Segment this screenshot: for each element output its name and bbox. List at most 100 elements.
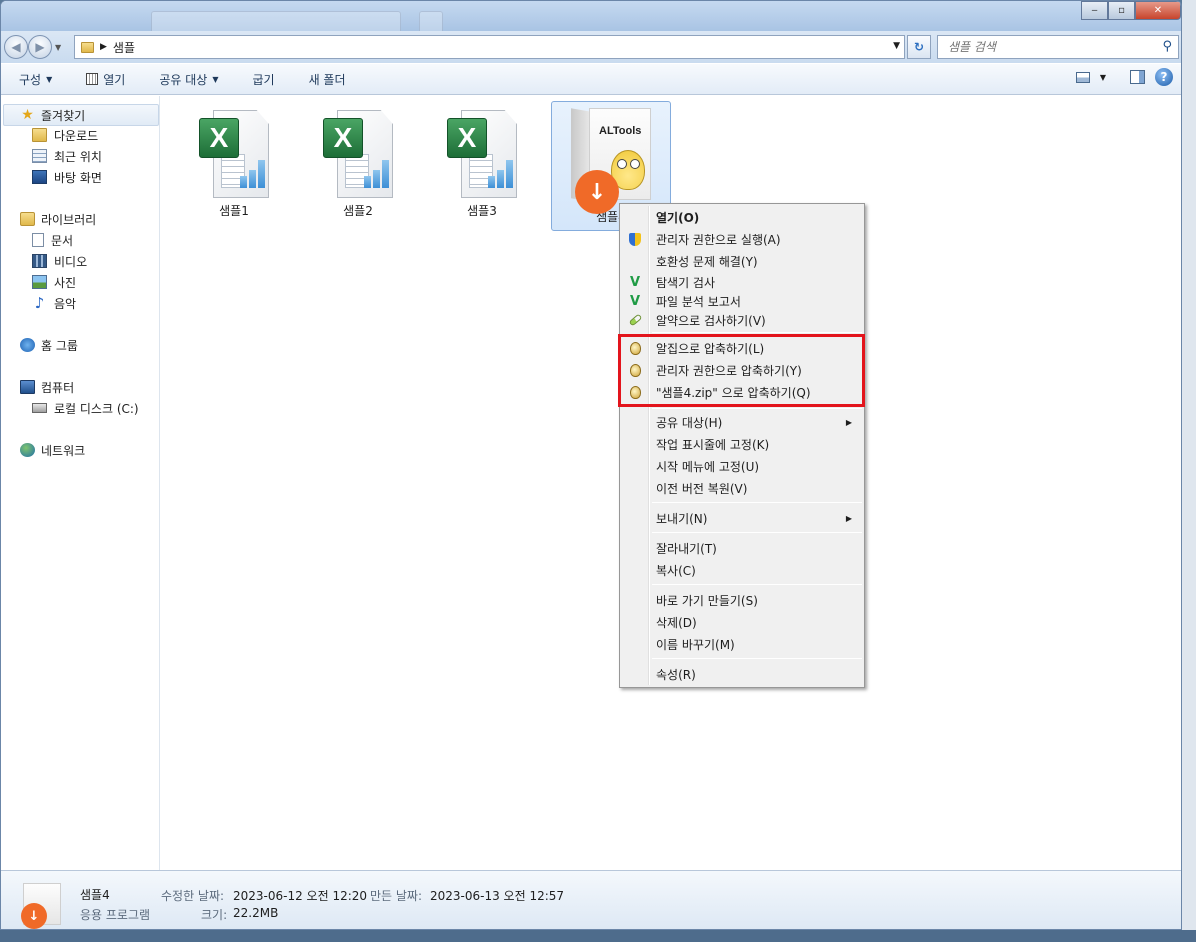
file-item[interactable]: X 샘플3 — [423, 102, 541, 230]
menu-item-troubleshoot-compatibility[interactable]: 호환성 문제 해결(Y) — [622, 251, 862, 271]
organize-label: 구성 — [19, 72, 42, 87]
disk-drive-icon — [32, 403, 47, 413]
computer-header[interactable]: 컴퓨터 — [20, 377, 74, 397]
preview-pane-icon[interactable] — [1130, 70, 1145, 84]
file-name: 샘플1 — [219, 204, 249, 218]
menu-item-properties[interactable]: 속성(R) — [622, 664, 862, 684]
network-item[interactable]: 네트워크 — [20, 440, 85, 460]
excel-icon: X — [323, 110, 393, 198]
sidebar-item-local-disk[interactable]: 로컬 디스크 (C:) — [32, 398, 139, 418]
menu-item-delete[interactable]: 삭제(D) — [622, 612, 862, 632]
close-icon: ✕ — [1153, 5, 1163, 16]
sidebar-item-documents[interactable]: 문서 — [32, 230, 73, 250]
refresh-button[interactable]: ↻ — [907, 35, 931, 59]
highlight-box — [618, 334, 865, 407]
breadcrumb-separator-icon[interactable]: ▶ — [100, 42, 107, 52]
uac-shield-icon — [629, 232, 641, 246]
address-dropdown-icon[interactable]: ▼ — [893, 41, 900, 51]
address-bar[interactable]: ▶ 샘플 ▼ — [74, 35, 905, 59]
menu-separator — [652, 584, 862, 585]
help-icon[interactable]: ? — [1155, 68, 1173, 86]
submenu-arrow-icon: ▶ — [845, 417, 852, 427]
menu-item-run-as-admin[interactable]: 관리자 권한으로 실행(A) — [622, 229, 862, 249]
minimize-button[interactable]: ‒ — [1081, 1, 1108, 20]
menu-separator — [652, 532, 862, 533]
download-badge-icon: ↓ — [575, 170, 619, 214]
chevron-down-icon[interactable]: ▼ — [1100, 73, 1106, 82]
search-icon[interactable]: ⚲ — [1162, 39, 1172, 54]
downloads-folder-icon — [32, 128, 47, 142]
back-button[interactable]: ◀ — [4, 35, 28, 59]
computer-icon — [20, 380, 35, 394]
homegroup-item[interactable]: 홈 그룹 — [20, 335, 78, 355]
menu-separator — [652, 658, 862, 659]
libraries-label: 라이브러리 — [41, 212, 97, 227]
homegroup-label: 홈 그룹 — [41, 338, 78, 353]
forward-arrow-icon: ▶ — [35, 40, 45, 54]
details-size-label: 크기: — [201, 908, 228, 922]
file-item[interactable]: X 샘플1 — [175, 102, 293, 230]
menu-item-open[interactable]: 열기(O) — [622, 207, 862, 227]
documents-icon — [32, 233, 44, 247]
background-window-edge — [1182, 0, 1196, 942]
sidebar-item-music[interactable]: ♪ 음악 — [32, 293, 76, 313]
forward-button[interactable]: ▶ — [28, 35, 52, 59]
menu-item-send-to[interactable]: 보내기(N) ▶ — [622, 508, 862, 528]
menu-item-copy[interactable]: 복사(C) — [622, 560, 862, 580]
menu-item-cut[interactable]: 잘라내기(T) — [622, 538, 862, 558]
maximize-button[interactable]: ▫ — [1108, 1, 1135, 20]
menu-item-pin-start-menu[interactable]: 시작 메뉴에 고정(U) — [622, 456, 862, 476]
search-input[interactable] — [948, 40, 1148, 54]
file-name: 샘플2 — [343, 204, 373, 218]
share-with-button[interactable]: 공유 대상 ▼ — [149, 71, 228, 88]
sidebar-item-downloads[interactable]: 다운로드 — [32, 125, 98, 145]
computer-label: 컴퓨터 — [41, 380, 75, 395]
menu-item-create-shortcut[interactable]: 바로 가기 만들기(S) — [622, 590, 862, 610]
file-item[interactable]: X 샘플2 — [299, 102, 417, 230]
sidebar-item-label: 다운로드 — [54, 128, 99, 143]
favorites-header[interactable]: ★ 즐겨찾기 — [20, 105, 85, 125]
menu-item-share-with[interactable]: 공유 대상(H) ▶ — [622, 412, 862, 432]
download-badge-icon: ↓ — [21, 903, 47, 929]
menu-item-restore-previous[interactable]: 이전 버전 복원(V) — [622, 478, 862, 498]
desktop-icon — [32, 170, 47, 184]
homegroup-icon — [20, 338, 35, 352]
burn-button[interactable]: 굽기 — [242, 71, 284, 88]
altools-installer-icon: ALTools ↓ — [567, 106, 655, 214]
libraries-header[interactable]: 라이브러리 — [20, 209, 96, 229]
music-icon: ♪ — [34, 294, 45, 312]
close-button[interactable]: ✕ — [1135, 1, 1181, 20]
network-icon — [20, 443, 35, 457]
sidebar-item-desktop[interactable]: 바탕 화면 — [32, 167, 102, 187]
search-box[interactable]: ⚲ — [937, 35, 1179, 59]
command-bar: 구성 ▼ 열기 공유 대상 ▼ 굽기 새 폴더 ▼ ? — [1, 63, 1181, 95]
menu-item-file-analysis-report[interactable]: V 파일 분석 보고서 — [622, 291, 862, 311]
open-button[interactable]: 열기 — [76, 71, 135, 88]
sidebar-item-label: 문서 — [51, 233, 74, 248]
sidebar-item-label: 최근 위치 — [54, 149, 102, 164]
sidebar-item-recent-places[interactable]: 최근 위치 — [32, 146, 102, 166]
sidebar-item-videos[interactable]: 비디오 — [32, 251, 87, 271]
view-options-icon[interactable] — [1075, 71, 1090, 83]
menu-item-pin-taskbar[interactable]: 작업 표시줄에 고정(K) — [622, 434, 862, 454]
refresh-icon: ↻ — [913, 40, 925, 54]
title-bar[interactable]: ‒ ▫ ✕ — [1, 1, 1181, 33]
breadcrumb-current-folder[interactable]: 샘플 — [113, 39, 135, 56]
details-created-value: 2023-06-13 오전 12:57 — [430, 889, 565, 903]
menu-item-alyac-scan[interactable]: 알약으로 검사하기(V) — [622, 310, 862, 330]
chevron-down-icon: ▼ — [212, 74, 219, 84]
sidebar-item-label: 바탕 화면 — [54, 170, 102, 185]
video-icon — [32, 254, 47, 268]
back-arrow-icon: ◀ — [11, 40, 21, 54]
open-label: 열기 — [103, 72, 126, 87]
new-folder-button[interactable]: 새 폴더 — [299, 71, 356, 88]
recent-pages-dropdown[interactable]: ▼ — [55, 43, 61, 52]
details-size-value: 22.2MB — [233, 906, 279, 920]
menu-item-rename[interactable]: 이름 바꾸기(M) — [622, 634, 862, 654]
excel-icon: X — [199, 110, 269, 198]
menu-item-explorer-scan[interactable]: V 탐색기 검사 — [622, 272, 862, 292]
sidebar-item-label: 로컬 디스크 (C:) — [54, 401, 139, 416]
recent-places-icon — [32, 149, 47, 163]
organize-button[interactable]: 구성 ▼ — [1, 71, 62, 88]
sidebar-item-pictures[interactable]: 사진 — [32, 272, 76, 292]
